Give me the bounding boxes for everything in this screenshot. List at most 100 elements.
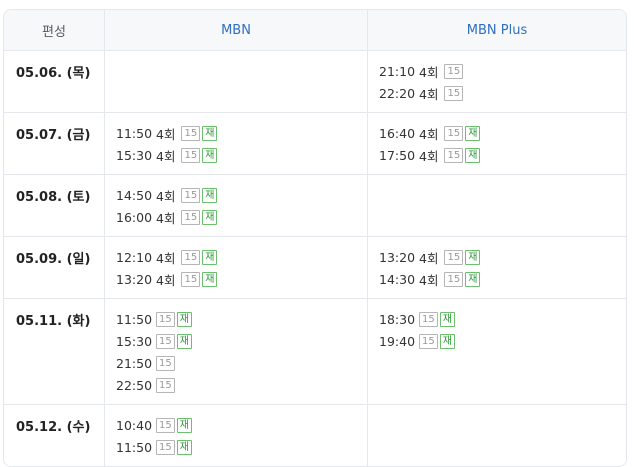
rerun-badge: 재: [176, 417, 192, 433]
airing-entry: 14:50 4회 15 재: [116, 184, 367, 206]
mbn-plus-slot-cell: [367, 175, 626, 237]
age-rating-badge: 15: [156, 355, 175, 371]
airing-entry: 17:50 4회 15 재: [379, 144, 626, 166]
date-cell: 05.08. (토): [4, 175, 104, 237]
episode-label: 4회: [156, 126, 176, 142]
airing-entry: 15:30 15 재: [116, 330, 367, 352]
rerun-badge: 재: [176, 311, 192, 327]
airing-entry: 21:10 4회 15: [379, 60, 626, 82]
airing-entry: 16:40 4회 15 재: [379, 122, 626, 144]
table-row: 05.12. (수) 10:40 15 재 11:50 15 재: [4, 405, 626, 466]
episode-label: 4회: [156, 210, 176, 226]
episode-label: 4회: [156, 250, 176, 266]
rerun-badge: 재: [176, 333, 192, 349]
table-row: 05.11. (화) 11:50 15 재 15:30 15 재 21:50 15 22:50 15…: [4, 299, 626, 405]
rerun-badge: 재: [202, 209, 218, 225]
airtime: 15:30: [116, 333, 153, 349]
mbn-slot-cell: [104, 51, 367, 113]
age-rating-badge: 15: [444, 271, 464, 287]
airtime: 14:50: [116, 187, 153, 203]
age-rating-badge: 15: [444, 63, 464, 79]
rerun-badge: 재: [465, 271, 481, 287]
rerun-badge: 재: [439, 333, 455, 349]
age-rating-badge: 15: [156, 311, 175, 327]
table-row: 05.06. (목) 21:10 4회 15 22:20 4회 15: [4, 51, 626, 113]
airtime: 19:40: [379, 333, 416, 349]
airing-entry: 14:30 4회 15 재: [379, 268, 626, 290]
mbn-slot-cell: 11:50 4회 15 재 15:30 4회 15 재: [104, 113, 367, 175]
mbn-plus-slot-cell: [367, 405, 626, 466]
episode-label: 4회: [156, 188, 176, 204]
age-rating-badge: 15: [181, 249, 201, 265]
airtime: 12:10: [116, 249, 153, 265]
airtime: 22:50: [116, 377, 153, 393]
schedule-panel: 편성 MBN MBN Plus 05.06. (목) 21:10 4회 15 22:20…: [0, 0, 634, 467]
airtime: 16:00: [116, 209, 153, 225]
airing-entry: 11:50 4회 15 재: [116, 122, 367, 144]
airing-entry: 10:40 15 재: [116, 414, 367, 436]
airtime: 16:40: [379, 125, 416, 141]
episode-label: 4회: [419, 126, 439, 142]
episode-label: 4회: [419, 250, 439, 266]
airing-entry: 13:20 4회 15 재: [379, 246, 626, 268]
mbn-plus-slot-cell: 18:30 15 재 19:40 15 재: [367, 299, 626, 405]
age-rating-badge: 15: [181, 187, 201, 203]
rerun-badge: 재: [176, 439, 192, 455]
date-cell: 05.06. (목): [4, 51, 104, 113]
table-row: 05.07. (금) 11:50 4회 15 재 15:30 4회 15 재 16:40 4회 15 재…: [4, 113, 626, 175]
age-rating-badge: 15: [444, 85, 464, 101]
age-rating-badge: 15: [181, 209, 201, 225]
age-rating-badge: 15: [156, 377, 175, 393]
date-cell: 05.12. (수): [16, 420, 91, 435]
episode-label: 4회: [419, 64, 439, 80]
airtime: 11:50: [116, 311, 153, 327]
airtime: 13:20: [379, 249, 416, 265]
rerun-badge: 재: [465, 125, 481, 141]
airtime: 21:50: [116, 355, 153, 371]
age-rating-badge: 15: [181, 271, 201, 287]
age-rating-badge: 15: [444, 125, 464, 141]
schedule-body: 05.06. (목) 21:10 4회 15 22:20 4회 15 05.07. (금) 11…: [4, 51, 626, 466]
rerun-badge: 재: [202, 271, 218, 287]
table-row: 05.09. (일) 12:10 4회 15 재 13:20 4회 15 재 13:20 4회 15 재…: [4, 237, 626, 299]
airing-entry: 11:50 15 재: [116, 436, 367, 458]
header-channel-mbn-plus: MBN Plus: [367, 10, 626, 51]
mbn-slot-cell: 10:40 15 재 11:50 15 재: [104, 405, 367, 466]
broadcast-schedule-table: 편성 MBN MBN Plus 05.06. (목) 21:10 4회 15 22:20…: [3, 9, 627, 467]
mbn-slot-cell: 11:50 15 재 15:30 15 재 21:50 15 22:50 15: [104, 299, 367, 405]
date-cell: 05.07. (금): [4, 113, 104, 175]
episode-label: 4회: [419, 86, 439, 102]
age-rating-badge: 15: [181, 125, 201, 141]
header-channel-mbn: MBN: [104, 10, 367, 51]
age-rating-badge: 15: [419, 311, 438, 327]
airing-entry: 11:50 15 재: [116, 308, 367, 330]
rerun-badge: 재: [202, 249, 218, 265]
airing-entry: 12:10 4회 15 재: [116, 246, 367, 268]
header-date-column: 편성: [4, 10, 104, 51]
table-header-row: 편성 MBN MBN Plus: [4, 10, 626, 51]
date-cell: 05.11. (화): [4, 299, 104, 405]
age-rating-badge: 15: [444, 147, 464, 163]
airtime: 15:30: [116, 147, 153, 163]
airtime: 11:50: [116, 439, 153, 455]
airing-entry: 22:50 15: [116, 374, 367, 396]
episode-label: 4회: [419, 148, 439, 164]
airtime: 21:10: [379, 63, 416, 79]
airtime: 11:50: [116, 125, 153, 141]
airing-entry: 22:20 4회 15: [379, 82, 626, 104]
mbn-plus-slot-cell: 21:10 4회 15 22:20 4회 15: [367, 51, 626, 113]
episode-label: 4회: [156, 272, 176, 288]
rerun-badge: 재: [465, 147, 481, 163]
airing-entry: 19:40 15 재: [379, 330, 626, 352]
airtime: 14:30: [379, 271, 416, 287]
airing-entry: 21:50 15: [116, 352, 367, 374]
age-rating-badge: 15: [419, 333, 438, 349]
episode-label: 4회: [156, 148, 176, 164]
age-rating-badge: 15: [156, 439, 175, 455]
airtime: 17:50: [379, 147, 416, 163]
age-rating-badge: 15: [444, 249, 464, 265]
airtime: 13:20: [116, 271, 153, 287]
mbn-plus-slot-cell: 16:40 4회 15 재 17:50 4회 15 재: [367, 113, 626, 175]
rerun-badge: 재: [439, 311, 455, 327]
episode-label: 4회: [419, 272, 439, 288]
